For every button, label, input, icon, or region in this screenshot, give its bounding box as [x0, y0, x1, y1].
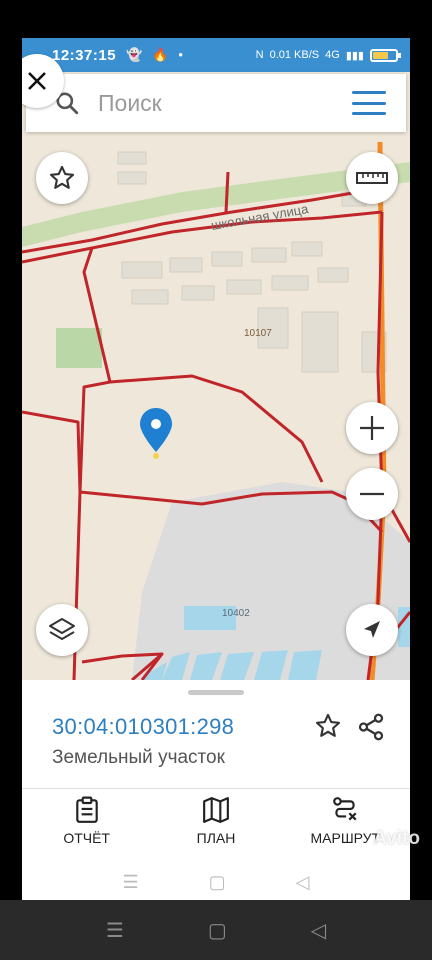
battery-icon	[370, 48, 401, 62]
recent-apps-icon[interactable]: ☰	[106, 918, 124, 943]
search-bar[interactable]: Поиск	[26, 74, 406, 132]
map-plan-icon	[203, 797, 229, 823]
navigation-arrow-icon	[364, 621, 380, 638]
tab-plan-label: ПЛАН	[196, 830, 236, 846]
layers-icon	[49, 618, 75, 640]
status-bar: 12:37:15 👻 🔥 • N 0.01 KB/S 4G ▮▮▮	[22, 38, 410, 72]
notification-icons: 👻 🔥 •	[126, 47, 183, 63]
parcel-type: Земельный участок	[52, 747, 225, 768]
nfc-icon: N	[255, 49, 264, 61]
app-nav-row: ☰ ▢ ◁	[22, 864, 410, 900]
app-screen: 12:37:15 👻 🔥 • N 0.01 KB/S 4G ▮▮▮ школьн…	[22, 38, 410, 900]
signal-type: 4G	[325, 49, 340, 61]
tab-report[interactable]: ОТЧЁТ	[32, 796, 142, 860]
star-icon[interactable]	[314, 712, 342, 740]
share-icon[interactable]	[356, 712, 386, 742]
bottom-tabs: ОТЧЁТ ПЛАН МАРШРУТ	[22, 796, 410, 860]
flame-icon: 🔥	[152, 47, 169, 62]
status-time: 12:37:15	[52, 46, 117, 64]
dot-icon: •	[178, 47, 183, 62]
net-speed: 0.01 KB/S	[269, 49, 320, 61]
snapchat-icon: 👻	[126, 47, 143, 62]
signal-icon: ▮▮▮	[345, 49, 364, 62]
parcel-label-10107: 10107	[244, 328, 272, 339]
close-icon	[28, 72, 46, 90]
star-icon	[49, 165, 75, 189]
sheet-divider	[22, 788, 410, 789]
my-location-button[interactable]	[346, 604, 398, 656]
watermark: Avito	[373, 828, 420, 849]
tab-route-label: МАРШРУТ	[310, 830, 381, 846]
menu-icon[interactable]	[352, 91, 386, 115]
report-icon	[75, 796, 98, 823]
cadastral-number[interactable]: 30:04:010301:298	[52, 714, 234, 740]
route-icon	[333, 797, 357, 821]
layers-button[interactable]	[36, 604, 88, 656]
parcel-info-sheet: 30:04:010301:298 Земельный участок ОТЧЁТ…	[22, 680, 410, 900]
home-icon[interactable]: ▢	[208, 918, 227, 943]
ruler-icon	[356, 172, 388, 184]
green-field	[56, 328, 102, 368]
tab-report-label: ОТЧЁТ	[63, 830, 110, 846]
sheet-handle[interactable]	[188, 690, 244, 695]
parcel-label-10402: 10402	[222, 608, 250, 619]
ruler-button[interactable]	[346, 152, 398, 204]
parcel-actions	[314, 712, 386, 742]
back-nav-icon[interactable]: ◁	[296, 872, 310, 893]
tab-plan[interactable]: ПЛАН	[161, 796, 271, 860]
zoom-in-button[interactable]	[346, 402, 398, 454]
plus-icon	[360, 416, 384, 440]
search-input[interactable]: Поиск	[98, 90, 162, 117]
status-right: N 0.01 KB/S 4G ▮▮▮	[255, 48, 401, 62]
favorites-button[interactable]	[36, 152, 88, 204]
back-icon[interactable]: ◁	[311, 918, 326, 943]
system-nav-bar: ☰ ▢ ◁	[0, 900, 432, 960]
home-nav-icon[interactable]: ▢	[209, 872, 226, 893]
zoom-out-button[interactable]	[346, 468, 398, 520]
minus-icon	[360, 492, 384, 496]
menu-nav-icon[interactable]: ☰	[123, 872, 139, 893]
